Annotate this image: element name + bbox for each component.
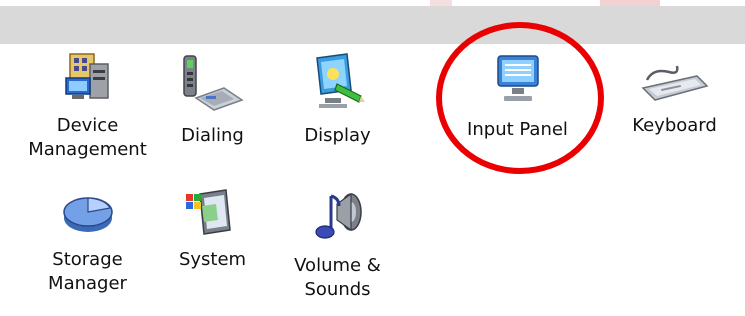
display-item[interactable]: Display — [275, 50, 400, 148]
system-item[interactable]: System — [150, 184, 275, 272]
volume-sounds-label: Volume & Sounds — [294, 255, 381, 300]
title-bar — [0, 0, 745, 44]
input-panel-item[interactable]: Input Panel — [455, 50, 580, 142]
volume-music-icon — [314, 192, 362, 239]
volume-sounds-item[interactable]: Volume & Sounds — [275, 184, 400, 302]
storage-pie-icon — [62, 197, 113, 232]
system-windows-icon — [185, 189, 231, 235]
storage-manager-item[interactable]: Storage Manager — [25, 184, 150, 296]
keyboard-item[interactable]: Keyboard — [612, 50, 737, 138]
device-management-label: Device Management — [28, 115, 147, 160]
display-monitor-icon — [315, 53, 365, 108]
storage-manager-label: Storage Manager — [48, 249, 127, 294]
device-management-item[interactable]: Device Management — [25, 50, 150, 162]
input-panel-monitor-icon — [496, 55, 539, 101]
dialing-label: Dialing — [181, 125, 244, 146]
keyboard-label: Keyboard — [632, 115, 717, 136]
keyboard-icon — [641, 65, 708, 101]
dialing-phone-icon — [182, 55, 244, 111]
system-label: System — [178, 249, 247, 270]
input-panel-label: Input Panel — [467, 119, 568, 140]
device-management-icon — [64, 53, 109, 99]
toolbar-strip — [0, 6, 745, 44]
display-label: Display — [304, 125, 371, 146]
dialing-item[interactable]: Dialing — [150, 50, 275, 148]
control-panel-window: Device Management Dialing Display Input … — [0, 0, 745, 316]
